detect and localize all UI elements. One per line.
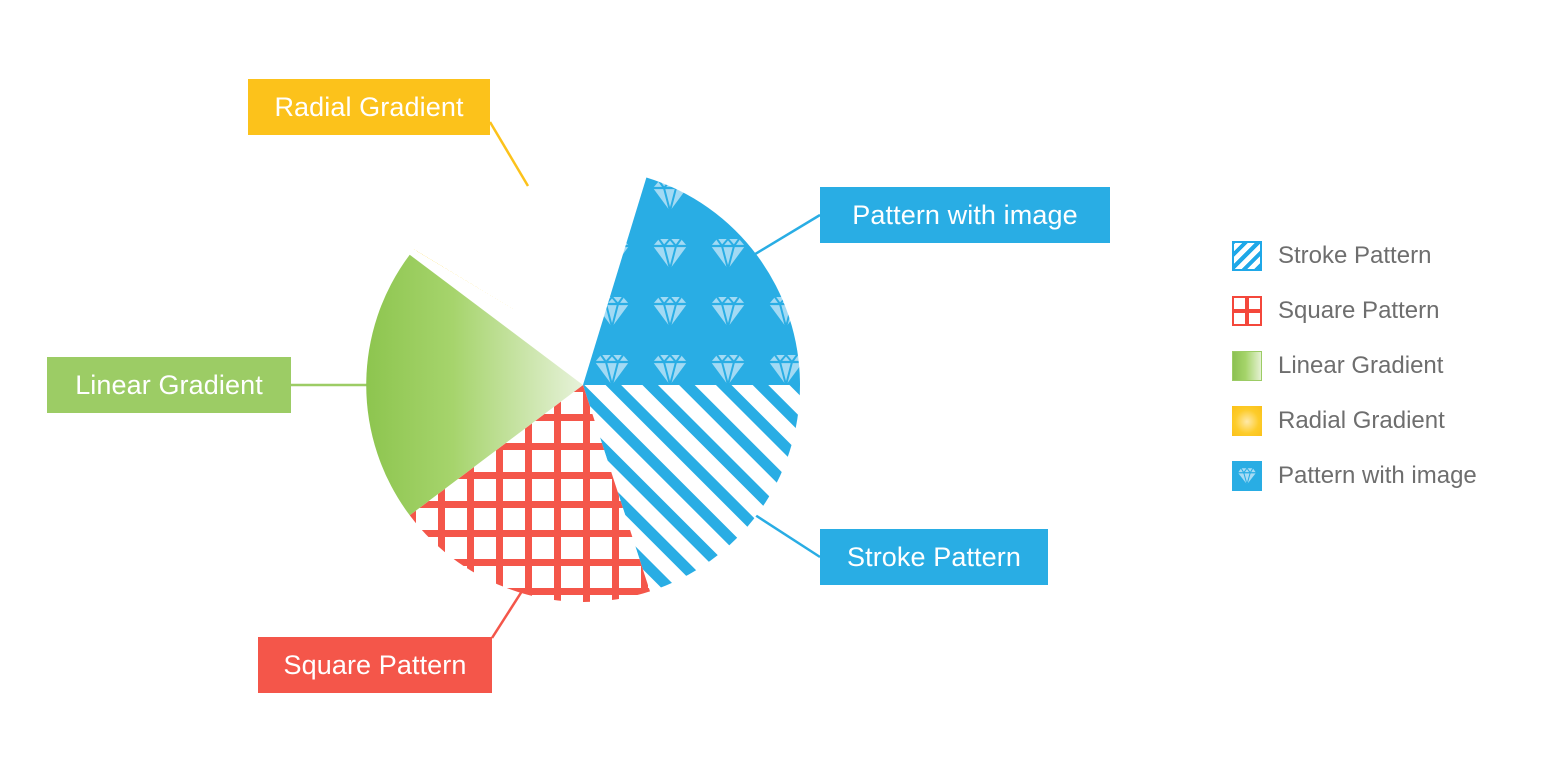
callout-radial-gradient[interactable]: Radial Gradient [248,79,490,135]
legend-item-linear-gradient[interactable]: Linear Gradient [1232,338,1477,393]
leader-line-stroke-pattern [751,511,821,559]
linear-gradient-swatch-icon [1232,350,1262,381]
callout-square-pattern[interactable]: Square Pattern [258,637,492,693]
square-pattern-swatch-icon [1232,295,1262,326]
pie-chart-figure: Radial Gradient Pattern with image Linea… [0,0,1560,760]
chart-legend: Stroke Pattern Square Pattern Linear Gra… [1232,228,1477,503]
callout-label: Stroke Pattern [847,541,1021,572]
legend-item-label: Pattern with image [1278,461,1477,489]
legend-item-square-pattern[interactable]: Square Pattern [1232,283,1477,338]
leader-line-radial-gradient [488,121,530,187]
legend-item-stroke-pattern[interactable]: Stroke Pattern [1232,228,1477,283]
callout-linear-gradient[interactable]: Linear Gradient [47,357,291,413]
callout-label: Linear Gradient [75,369,263,400]
diamond-icon [1237,467,1257,486]
legend-item-label: Stroke Pattern [1278,241,1432,269]
callout-pattern-with-image[interactable]: Pattern with image [820,187,1110,243]
legend-item-radial-gradient[interactable]: Radial Gradient [1232,393,1477,448]
legend-item-pattern-with-image[interactable]: Pattern with image [1232,448,1477,503]
legend-item-label: Square Pattern [1278,296,1440,324]
stroke-pattern-swatch-icon [1232,240,1262,271]
leader-line-square-pattern [490,587,526,639]
pie-slices [366,168,800,602]
radial-gradient-swatch-icon [1232,405,1262,436]
legend-item-label: Linear Gradient [1278,351,1444,379]
callout-stroke-pattern[interactable]: Stroke Pattern [820,529,1048,585]
callout-label: Radial Gradient [274,91,464,122]
callout-label: Pattern with image [852,199,1078,230]
image-pattern-swatch-icon [1232,460,1262,491]
callout-label: Square Pattern [283,649,467,680]
legend-item-label: Radial Gradient [1278,406,1445,434]
